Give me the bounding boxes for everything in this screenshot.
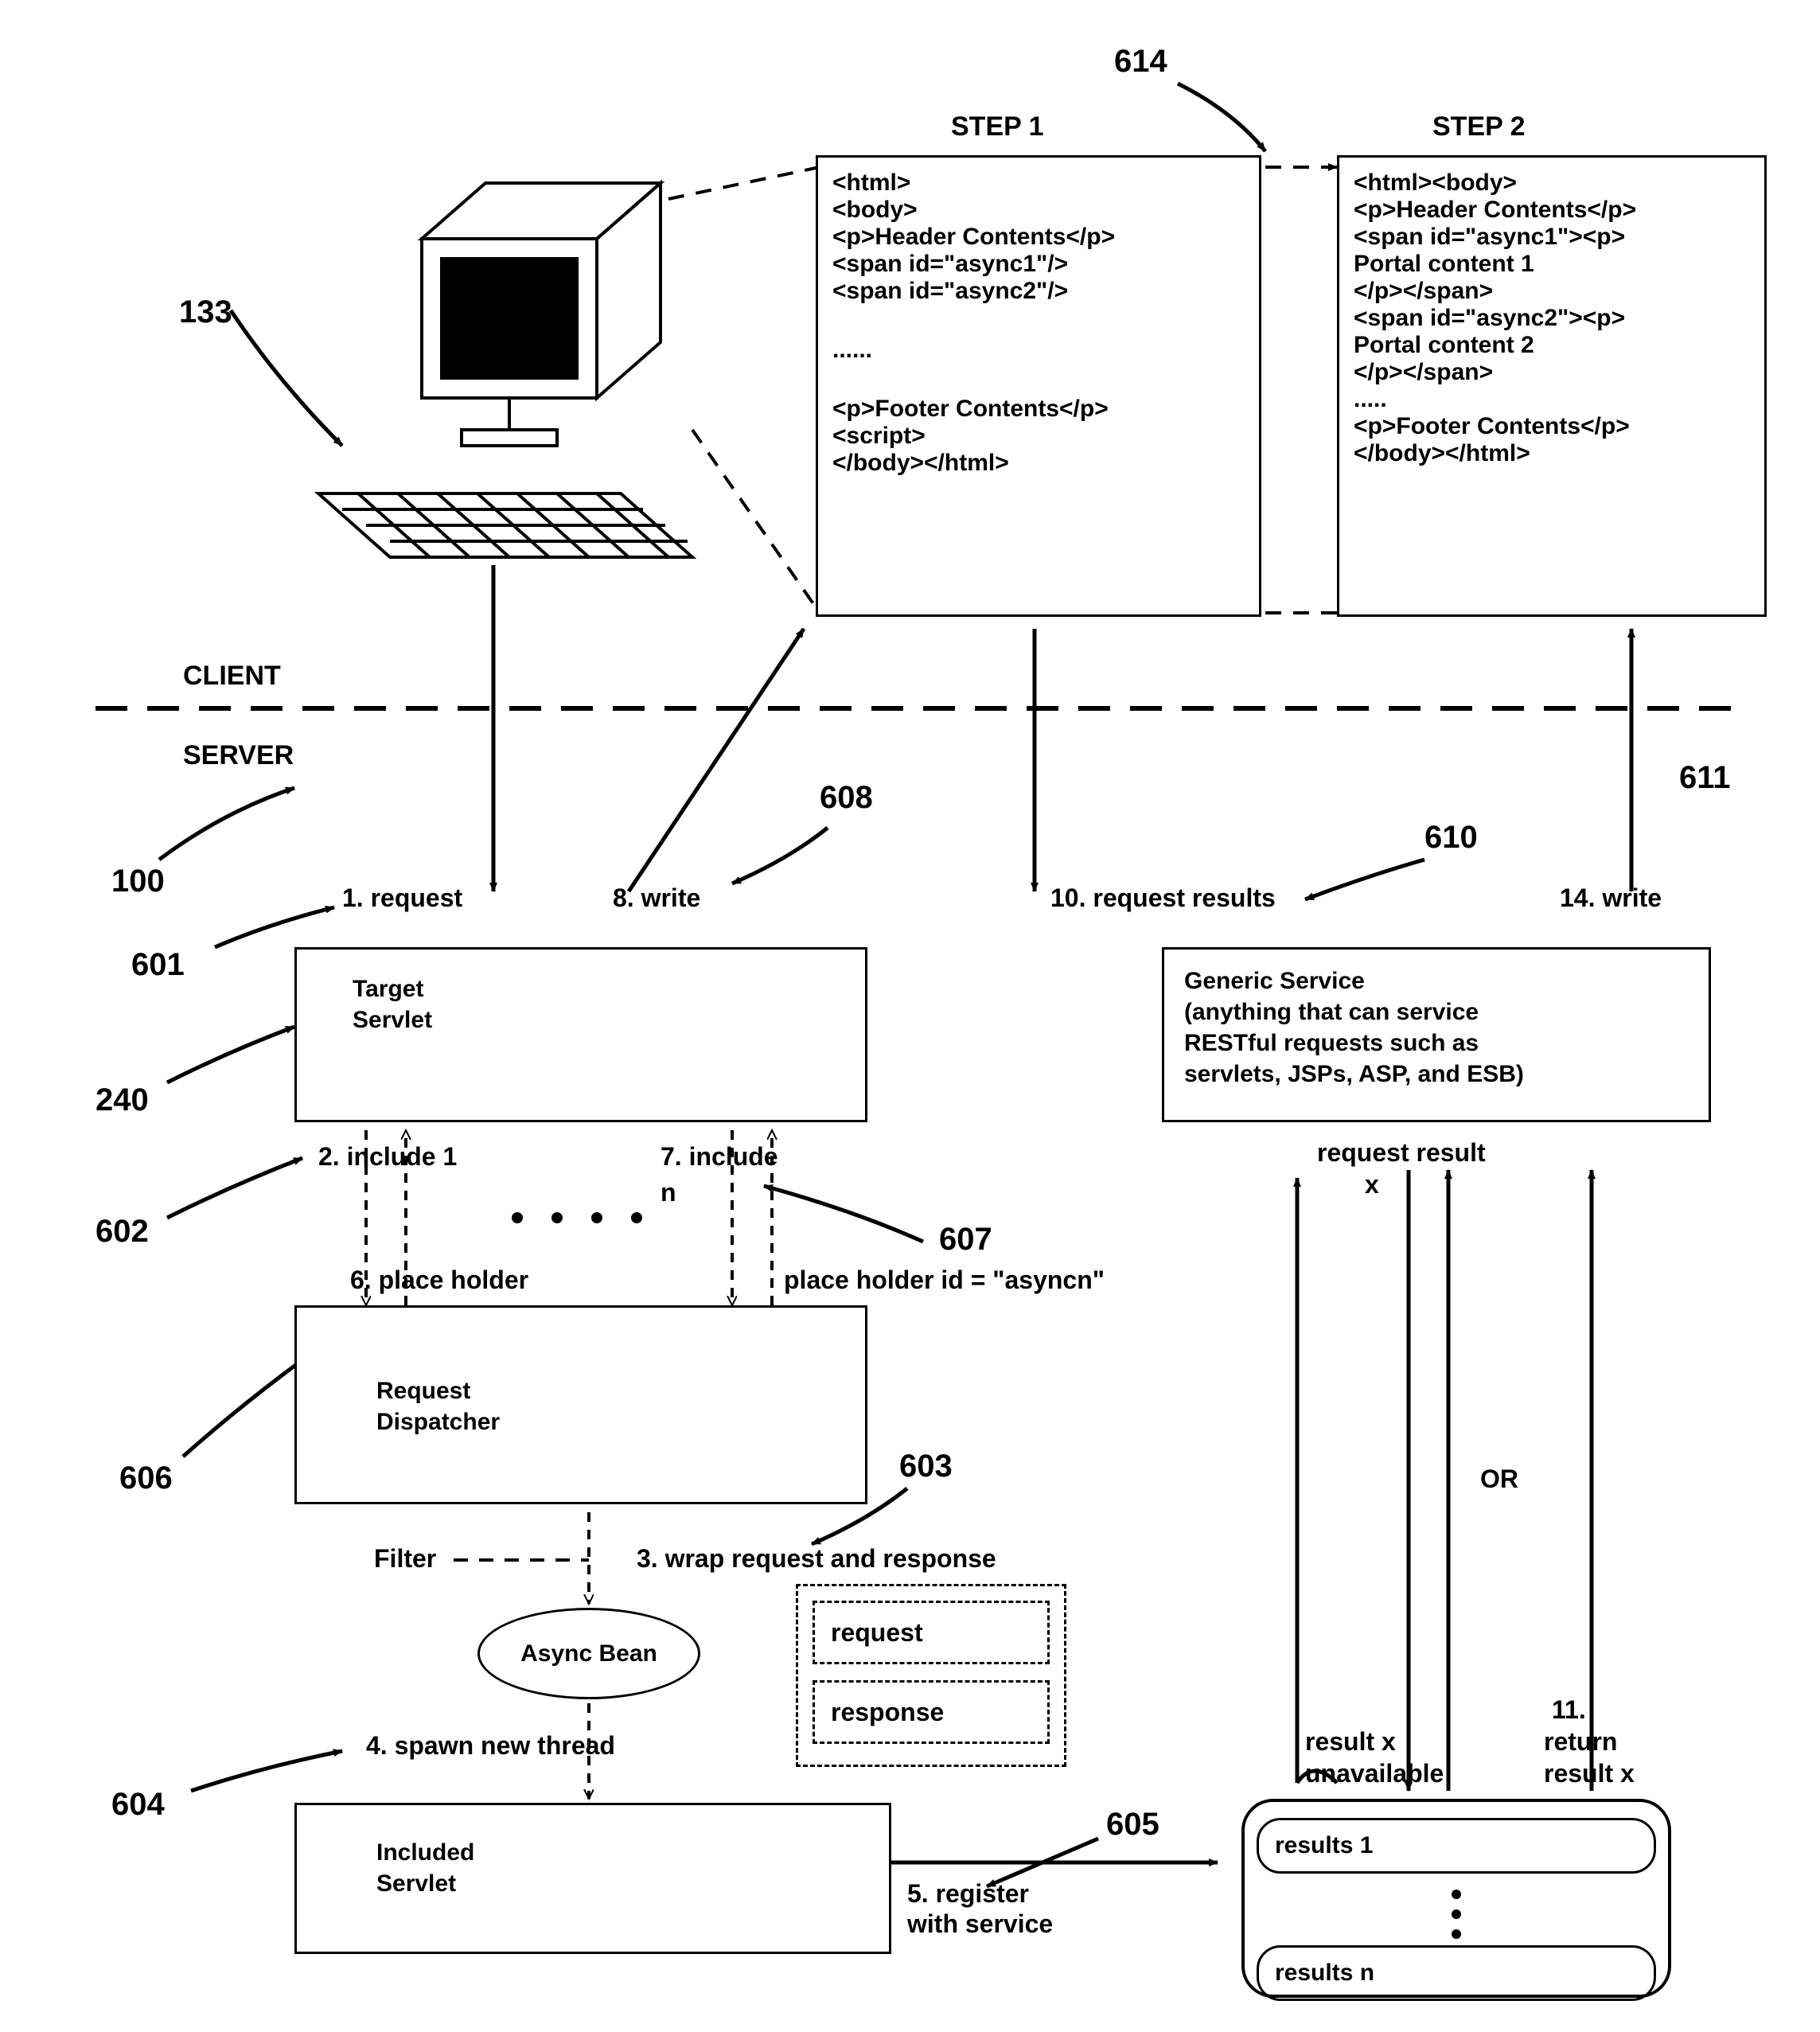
step1-l4: <span id="async1"/> (832, 251, 1245, 278)
results-1-box: results 1 (1257, 1818, 1656, 1874)
flow-14-write: 14. write (1560, 883, 1662, 913)
flow-11a: 11. (1552, 1695, 1586, 1725)
step1-l8: <script> (832, 423, 1245, 450)
request-box: request (813, 1601, 1050, 1664)
step2-l8: </p></span> (1354, 359, 1750, 386)
flow-6a: 6. place holder (350, 1266, 528, 1295)
refnum-601: 601 (131, 947, 185, 983)
step1-box: <html> <body> <p>Header Contents</p> <sp… (816, 155, 1261, 617)
flow-10-request-results: 10. request results (1050, 883, 1276, 913)
step1-l2: <body> (832, 197, 1245, 224)
async-bean-label: Async Bean (520, 1640, 657, 1667)
refnum-602: 602 (95, 1214, 149, 1250)
unavailable-label: unavailable (1305, 1759, 1444, 1788)
step2-l2: <p>Header Contents</p> (1354, 197, 1750, 224)
generic-service-box: Generic Service (anything that can servi… (1162, 947, 1711, 1122)
flow-3-wrap: 3. wrap request and response (637, 1544, 996, 1574)
refnum-605: 605 (1106, 1807, 1159, 1843)
generic-service-label: Generic Service (anything that can servi… (1184, 965, 1689, 1090)
results-container: results 1 results n (1241, 1799, 1671, 1998)
wrap-container: request response (796, 1584, 1066, 1767)
flow-7p: place holder id = "asyncn" (784, 1266, 1105, 1295)
refnum-608: 608 (820, 780, 873, 816)
refnum-611: 611 (1679, 760, 1731, 796)
step1-l6: ...... (832, 337, 1245, 364)
included-servlet-label: Included Servlet (376, 1837, 809, 1899)
flow-5-register: 5. register with service (907, 1878, 1066, 1940)
step2-l10: <p>Footer Contents</p> (1354, 413, 1750, 440)
response-box: response (813, 1680, 1050, 1744)
step1-l9: </body></html> (832, 450, 1245, 477)
step2-l3: <span id="async1"><p> (1354, 224, 1750, 251)
step2-label: STEP 2 (1432, 111, 1526, 142)
refnum-604: 604 (111, 1787, 165, 1823)
client-label: CLIENT (183, 661, 281, 692)
step2-l6: <span id="async2"><p> (1354, 305, 1750, 332)
step2-l11: </body></html> (1354, 440, 1750, 467)
async-bean-oval: Async Bean (477, 1608, 700, 1699)
step2-l1: <html><body> (1354, 170, 1750, 197)
refnum-607: 607 (939, 1222, 992, 1258)
flow-11c: result x (1544, 1759, 1635, 1788)
request-label: request (831, 1618, 923, 1648)
step2-l5: </p></span> (1354, 278, 1750, 305)
server-label: SERVER (183, 740, 294, 771)
filter-label: Filter (374, 1544, 436, 1574)
target-servlet-box: Target Servlet (294, 947, 867, 1122)
flow-11b: return (1544, 1727, 1617, 1757)
request-dispatcher-label: Request Dispatcher (376, 1375, 785, 1437)
refnum-603: 603 (899, 1449, 953, 1484)
request-dispatcher-box: Request Dispatcher (294, 1305, 867, 1504)
results-n-label: results n (1275, 1960, 1374, 1987)
request-result-x1: request result (1317, 1138, 1486, 1168)
refnum-606: 606 (119, 1461, 173, 1496)
flow-8-write: 8. write (613, 883, 700, 913)
flow-2-include1: 2. include 1 (318, 1142, 457, 1172)
step1-l7: <p>Footer Contents</p> (832, 396, 1245, 423)
flow-1-request: 1. request (342, 883, 462, 913)
or-label: OR (1480, 1465, 1518, 1494)
flow-7a: 7. include (661, 1142, 778, 1172)
step1-l5: <span id="async2"/> (832, 278, 1245, 305)
step2-l4: Portal content 1 (1354, 251, 1750, 278)
step2-l7: Portal content 2 (1354, 332, 1750, 359)
response-label: response (831, 1698, 944, 1727)
step1-label: STEP 1 (951, 111, 1044, 142)
included-servlet-box: Included Servlet (294, 1803, 891, 1954)
step2-box: <html><body> <p>Header Contents</p> <spa… (1337, 155, 1767, 617)
result-x-label: result x (1305, 1727, 1396, 1757)
request-result-x2: x (1365, 1170, 1379, 1199)
refnum-133: 133 (179, 294, 232, 330)
flow-7b: n (661, 1178, 676, 1207)
results-n-box: results n (1257, 1945, 1656, 2001)
flow-4-spawn: 4. spawn new thread (366, 1731, 615, 1761)
results-1-label: results 1 (1275, 1832, 1373, 1859)
refnum-614: 614 (1114, 44, 1167, 80)
refnum-240: 240 (95, 1082, 149, 1118)
step2-l9: ..... (1354, 386, 1750, 413)
target-servlet-label: Target Servlet (353, 973, 809, 1036)
refnum-100: 100 (111, 864, 165, 899)
refnum-610: 610 (1424, 820, 1478, 856)
step1-l1: <html> (832, 170, 1245, 197)
step1-l3: <p>Header Contents</p> (832, 224, 1245, 251)
